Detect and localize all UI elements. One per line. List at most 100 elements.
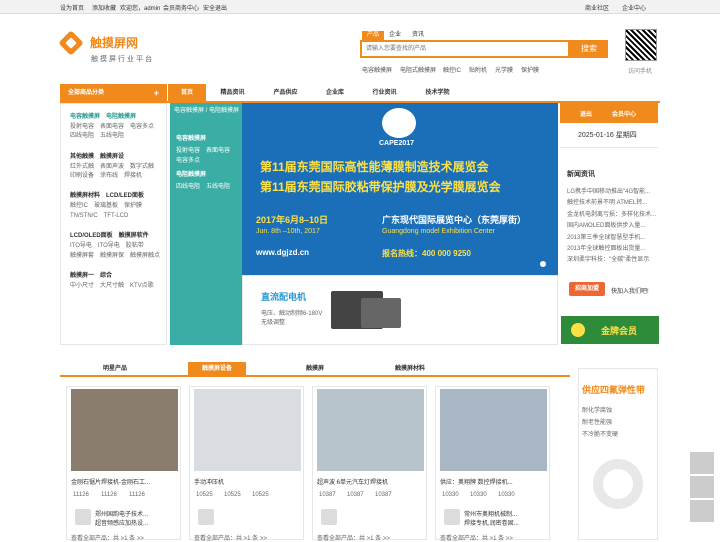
float-chevron-up-icon[interactable] — [690, 452, 714, 474]
product-image[interactable] — [440, 389, 547, 471]
view-count: 10387 — [319, 492, 336, 498]
product-image[interactable] — [194, 389, 301, 471]
add-favorite-link[interactable]: 添加收藏 — [92, 3, 116, 12]
category-heading[interactable]: 其他触摸 触摸屏设 — [70, 151, 124, 160]
tab-star-products[interactable]: 明星产品 — [90, 362, 140, 376]
member-center-link[interactable]: 会员商务中心 — [163, 3, 199, 12]
view-count: 10330 — [498, 492, 515, 498]
view-all-link[interactable]: 查看全部产品：共 >1 条 >> — [194, 533, 267, 542]
subcategory-heading[interactable]: 电容触摸屏 — [176, 133, 206, 142]
float-service-icon[interactable] — [690, 500, 714, 522]
carousel-dot[interactable] — [540, 261, 546, 267]
side-advertisement[interactable]: 供应四氟弹性带 耐化学腐蚀 耐老性能强 不冷脆不变硬 — [578, 368, 658, 540]
company-desc: 焊接专机,润密卷固... — [464, 521, 519, 527]
community-link[interactable]: 商业社区 — [585, 3, 609, 12]
hot-keyword[interactable]: 贴附机 — [469, 65, 487, 74]
all-categories-button[interactable]: 全部商品分类 + — [60, 84, 167, 103]
news-item[interactable]: 深圳柔宇科技："全碳"柔性显示 — [567, 254, 649, 263]
logo-icon[interactable] — [58, 30, 84, 56]
hot-keyword[interactable]: 保护膜 — [521, 65, 539, 74]
category-links[interactable]: 触控IC 玻璃基板 保护膜 — [70, 200, 142, 209]
search-tab-product[interactable]: 产品 — [362, 31, 384, 40]
product-title[interactable]: 手动冲压机 — [194, 477, 224, 486]
banner-venue-cn: 广东现代国际展览中心（东莞厚街） — [382, 215, 527, 225]
view-all-link[interactable]: 查看全部产品：共 >1 条 >> — [317, 533, 390, 542]
subcategory-links[interactable]: 投射电容 表面电容 — [176, 145, 230, 154]
subcategory-links[interactable]: 四线电阻 五线电阻 — [176, 181, 230, 190]
subcategory-links[interactable]: 电容多点 — [176, 155, 200, 164]
news-item[interactable]: 2013年全球触控面板出货量... — [567, 243, 645, 252]
tab-touchscreen[interactable]: 触摸屏 — [290, 362, 340, 376]
logout-link[interactable]: 安全退出 — [203, 3, 227, 12]
company-name[interactable]: 郑州国韵电子技术... — [95, 509, 148, 518]
news-title: 新闻资讯 — [567, 171, 595, 178]
promo-banner[interactable]: 直流配电机 电压、触动制频6-180V 无级调整 — [242, 275, 558, 345]
category-links[interactable]: 投射电容 表面电容 电容多点 — [70, 121, 154, 130]
product-card[interactable]: 手动冲压机 10525 10525 10525 查看全部产品：共 >1 条 >> — [189, 386, 304, 542]
nav-products[interactable]: 产品供应 — [263, 84, 308, 103]
search-input[interactable] — [360, 40, 570, 58]
product-title[interactable]: 金刚石锯片焊接机-金刚石工... — [71, 477, 150, 486]
tab-touch-materials[interactable]: 触摸屏材料 — [380, 362, 440, 376]
search-tab-company[interactable]: 企业 — [384, 31, 406, 40]
company-desc: 超音频感应加热设... — [95, 521, 149, 527]
view-count: 10525 — [196, 492, 213, 498]
float-share-icon[interactable] — [690, 476, 714, 498]
subcategory-heading[interactable]: 电阻触摸屏 — [176, 169, 206, 178]
company-avatar — [444, 509, 460, 525]
category-links[interactable]: TN/STN/C TFT-LCD — [70, 210, 128, 219]
category-links[interactable]: 印刷设备 涂布线 焊接机 — [70, 170, 142, 179]
subcategory-panel: 电容触摸屏 / 电阻触摸屏 电容触摸屏 投射电容 表面电容 电容多点 电阻触摸屏… — [170, 103, 242, 345]
banner-headline-2: 第11届东莞国际胶粘带保护膜及光学膜展览会 — [260, 180, 501, 194]
join-button[interactable]: 招商加盟 — [569, 282, 605, 296]
hot-keyword[interactable]: 电阻式触摸屏 — [400, 65, 436, 74]
news-item[interactable]: LG携手中国移动推出"4G智能... — [567, 186, 650, 195]
site-logo-name[interactable]: 触摸屏网 — [90, 34, 138, 51]
category-sidebar: 电容触摸屏 电阻触摸屏 投射电容 表面电容 电容多点 四线电阻 五线电阻 其他触… — [60, 103, 167, 345]
set-home-link[interactable]: 设为首页 — [60, 3, 84, 12]
hot-keyword[interactable]: 光学膜 — [495, 65, 513, 74]
category-heading[interactable]: 电容触摸屏 电阻触摸屏 — [70, 111, 136, 120]
company-name[interactable]: 常州市奥翔机械制... — [464, 509, 517, 518]
category-links[interactable]: ITO导电 ITO导电 胶粘带 — [70, 240, 144, 249]
news-item[interactable]: 金龙机电剥离亏损：多样化技术... — [567, 209, 656, 218]
view-count: 10330 — [470, 492, 487, 498]
news-item[interactable]: 触控技术前景不明 ATMEL转... — [567, 197, 647, 206]
company-center-link[interactable]: 企业中心 — [622, 3, 646, 12]
category-links[interactable]: 红外式触 表面声波 数字式触 — [70, 161, 154, 170]
hot-keyword[interactable]: 触控IC — [443, 65, 461, 74]
view-all-link[interactable]: 查看全部产品：共 >1 条 >> — [440, 533, 513, 542]
product-title[interactable]: 超声波 6单元汽车灯焊接机 — [317, 477, 388, 486]
product-image[interactable] — [317, 389, 424, 471]
nav-industry-news[interactable]: 行业资讯 — [362, 84, 407, 103]
nav-companies[interactable]: 企业库 — [316, 84, 354, 103]
product-card[interactable]: 金刚石锯片焊接机-金刚石工... 11126 11126 11126 郑州国韵电… — [66, 386, 181, 542]
news-item[interactable]: 国内AMOLED面板供步入量... — [567, 220, 645, 229]
category-links[interactable]: 四线电阻 五线电阻 — [70, 130, 124, 139]
exhibition-banner[interactable]: CAPE2017 第11届东莞国际高性能薄膜制造技术展览会 第11届东莞国际胶粘… — [242, 103, 558, 275]
member-center-button[interactable]: 会员中心 — [612, 109, 636, 118]
category-links[interactable]: 触摸屏套 触摸屏保 触摸屏触点 — [70, 250, 160, 259]
product-title[interactable]: 供应：奥翔牌 数控焊接机... — [440, 477, 513, 486]
product-card[interactable]: 供应：奥翔牌 数控焊接机... 10330 10330 10330 常州市奥翔机… — [435, 386, 550, 542]
category-heading[interactable]: 触摸屏材料 LCD/LED面板 — [70, 190, 144, 199]
category-links[interactable]: 中小尺寸 大尺寸触 KTV点歌 — [70, 280, 154, 289]
view-count: 11126 — [73, 492, 89, 498]
view-count: 10525 — [224, 492, 241, 498]
product-card[interactable]: 超声波 6单元汽车灯焊接机 10387 10387 10387 查看全部产品：共… — [312, 386, 427, 542]
nav-featured-news[interactable]: 精品资讯 — [210, 84, 255, 103]
nav-home[interactable]: 首页 — [168, 84, 206, 103]
category-heading[interactable]: 触摸屏一 综合 — [70, 270, 112, 279]
search-button[interactable]: 搜索 — [570, 40, 608, 58]
nav-tech-school[interactable]: 技术学院 — [415, 84, 460, 103]
product-image[interactable] — [71, 389, 178, 471]
cape-logo-icon — [382, 108, 416, 138]
category-heading[interactable]: LCD/OLED面板 触摸屏软件 — [70, 230, 149, 239]
gold-member-banner[interactable]: 金牌会员 — [561, 316, 659, 344]
exit-button[interactable]: 退出 — [580, 109, 592, 118]
hot-keyword[interactable]: 电容触摸屏 — [362, 65, 392, 74]
tab-touch-equipment[interactable]: 触摸屏设备 — [188, 362, 246, 376]
news-item[interactable]: 2013第三季全球智慧型手机... — [567, 232, 645, 241]
search-tab-news[interactable]: 资讯 — [406, 31, 430, 40]
view-all-link[interactable]: 查看全部产品：共 >1 条 >> — [71, 533, 144, 542]
